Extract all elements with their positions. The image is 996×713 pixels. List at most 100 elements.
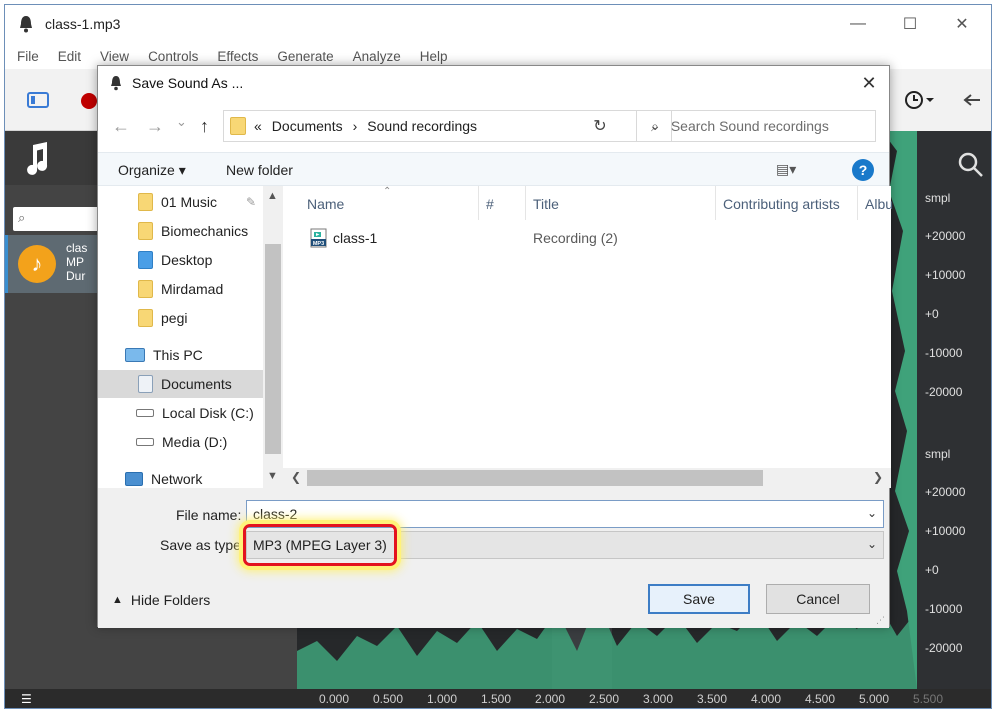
nav-item-label: Documents [161,376,232,392]
save-as-type-value: MP3 (MPEG Layer 3) [253,537,387,553]
back-arrow-icon[interactable] [962,93,982,107]
forward-icon[interactable]: → [146,116,164,137]
menu-effects[interactable]: Effects [217,49,258,64]
column-divider[interactable] [478,186,479,220]
navigation-pane: 01 Music ✎ Biomechanics Desktop Mirdamad… [98,186,283,488]
toolbar-right [880,69,991,131]
minimize-button[interactable]: — [831,5,885,43]
menu-analyze[interactable]: Analyze [353,49,401,64]
computer-icon [125,348,145,362]
dialog-titlebar: Save Sound As ... [98,66,889,100]
nav-item-documents[interactable]: Documents [98,370,263,398]
nav-scrollbar[interactable]: ▲ ▼ [263,186,283,488]
app-title: class-1.mp3 [45,16,121,32]
timeline-tick: 2.000 [535,692,566,706]
record-icon[interactable] [81,93,97,109]
horizontal-scrollbar[interactable]: ❮ ❯ [283,468,891,488]
refresh-button[interactable]: ↻ [582,110,618,142]
menu-file[interactable]: File [17,49,39,64]
cancel-button[interactable]: Cancel [766,584,870,614]
help-icon[interactable]: ? [852,159,874,181]
scroll-left-icon[interactable]: ❮ [291,470,301,484]
scrollbar-thumb[interactable] [265,244,281,454]
breadcrumb-separator: › [352,118,358,134]
column-number[interactable]: # [486,186,494,222]
file-name-label: File name: [176,507,242,523]
menu-edit[interactable]: Edit [58,49,81,64]
timeline-tick: 5.500 [913,692,944,706]
breadcrumb-documents[interactable]: Documents [272,118,343,134]
timeline-tick: 0.000 [319,692,350,706]
close-button[interactable]: ✕ [935,5,989,43]
breadcrumb-sound-recordings[interactable]: Sound recordings [367,118,477,134]
folder-icon [138,280,153,298]
drive-icon [136,438,154,446]
clock-menu-icon[interactable] [904,89,938,111]
list-view-icon[interactable]: ☰ [21,692,32,706]
panel-toggle-icon[interactable] [27,91,49,109]
timeline-tick: 5.000 [859,692,890,706]
nav-item-local-disk-c[interactable]: Local Disk (C:) [98,399,263,427]
file-item-format: MP [66,255,84,269]
file-name-input[interactable]: class-2 ⌄ [246,500,884,528]
search-field[interactable]: ⌕ Search Sound recordings [636,110,876,142]
column-title[interactable]: Title [533,186,559,222]
timeline-tick: 4.500 [805,692,836,706]
timeline-tick: 0.500 [373,692,404,706]
chevron-down-icon[interactable]: ⌄ [867,537,877,551]
nav-item-biomechanics[interactable]: Biomechanics [98,217,263,245]
up-folder-icon[interactable]: ↑ [200,116,209,137]
menu-generate[interactable]: Generate [277,49,333,64]
scroll-right-icon[interactable]: ❯ [873,470,883,484]
files-search-input[interactable]: ⌕ [13,207,103,231]
nav-item-desktop[interactable]: Desktop [98,246,263,274]
scale-label: -10000 [925,602,963,616]
view-options-icon[interactable]: ▤▾ [776,161,796,178]
menu-view[interactable]: View [100,49,129,64]
search-icon: ⌕ [651,117,659,134]
organize-button[interactable]: Organize ▾ [118,162,186,179]
dialog-close-button[interactable]: ✕ [849,66,889,100]
nav-item-pegi[interactable]: pegi [98,304,263,332]
nav-item-label: Network [151,471,203,487]
new-folder-button[interactable]: New folder [226,162,293,178]
hide-folders-button[interactable]: ▲ Hide Folders [112,592,210,608]
back-icon[interactable]: ← [112,116,130,137]
column-contributing-artists[interactable]: Contributing artists [723,186,840,222]
scrollbar-thumb[interactable] [307,470,763,486]
column-divider[interactable] [715,186,716,220]
nav-item-01-music[interactable]: 01 Music ✎ [98,188,263,216]
folder-icon [230,117,246,135]
menu-controls[interactable]: Controls [148,49,198,64]
column-divider[interactable] [857,186,858,220]
chevron-down-icon[interactable]: ⌄ [867,506,877,520]
timeline-tick: 3.500 [697,692,728,706]
scale-label: +10000 [925,268,966,282]
command-bar: Organize ▾ New folder ▤▾ ? [98,152,889,186]
save-as-type-select[interactable]: MP3 (MPEG Layer 3) ⌄ [246,531,884,559]
maximize-button[interactable]: ☐ [883,5,937,43]
file-item-duration: Dur [66,269,86,283]
nav-item-this-pc[interactable]: This PC [98,341,263,369]
nav-item-mirdamad[interactable]: Mirdamad [98,275,263,303]
column-album[interactable]: Albu [865,186,893,222]
column-divider[interactable] [525,186,526,220]
file-item-name: clas [66,241,88,255]
resize-grip-icon[interactable]: ⋰ [876,615,885,626]
pin-icon[interactable]: ✎ [246,195,256,209]
file-row[interactable]: MP3 class-1 Recording (2) [283,226,891,252]
scroll-up-icon[interactable]: ▲ [267,190,278,202]
nav-item-label: This PC [153,347,203,363]
save-button[interactable]: Save [648,584,750,614]
svg-text:MP3: MP3 [313,241,324,247]
save-as-type-label: Save as type: [160,537,245,553]
recent-locations-icon[interactable]: ⌄ [176,114,187,130]
nav-item-media-d[interactable]: Media (D:) [98,428,263,456]
menu-help[interactable]: Help [420,49,448,64]
breadcrumb-overflow[interactable]: « [254,118,262,134]
scroll-down-icon[interactable]: ▼ [267,470,278,482]
column-name[interactable]: Name [307,186,344,222]
navigation-row: ← → ⌄ ↑ « Documents › Sound recordings ⌄… [98,108,889,144]
app-bell-icon [111,76,121,91]
zoom-search-icon[interactable] [957,151,987,177]
